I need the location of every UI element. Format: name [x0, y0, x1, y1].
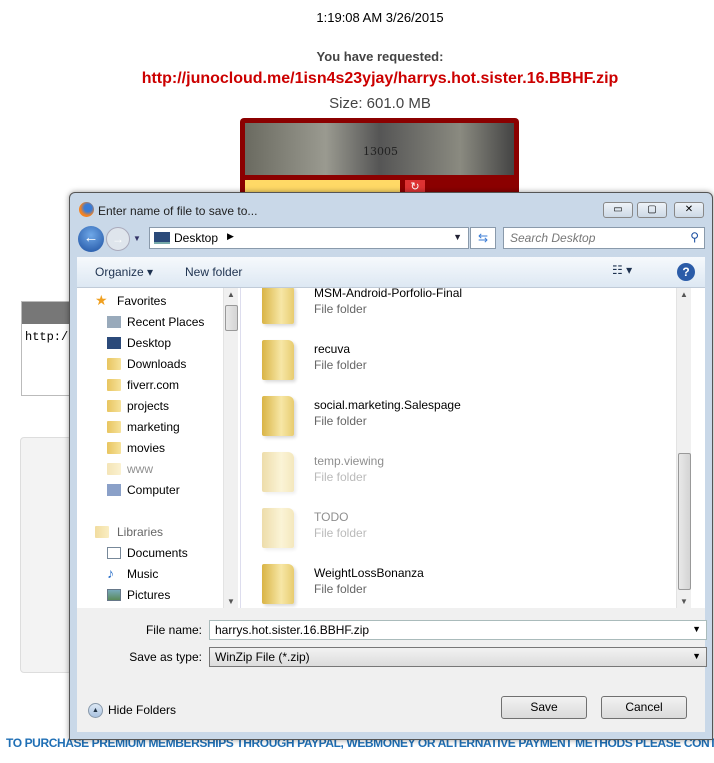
music-icon: ♪ [107, 565, 114, 581]
nav-favorites[interactable]: ★ Favorites [95, 292, 166, 308]
back-button[interactable]: ← [78, 226, 104, 252]
nav-item-recent-places[interactable]: Recent Places [107, 315, 204, 329]
address-text: Desktop [174, 231, 219, 245]
file-item[interactable]: recuva File folder [262, 340, 662, 390]
file-item[interactable]: social.marketing.Salespage File folder [262, 396, 662, 446]
url-box-text[interactable]: http:/ [22, 324, 70, 350]
help-icon[interactable]: ? [677, 263, 695, 281]
address-bar[interactable]: Desktop ▶ ▼ [149, 227, 469, 249]
save-type-value: WinZip File (*.zip) [215, 650, 310, 664]
requested-label: You have requested: [316, 49, 444, 64]
new-folder-button[interactable]: New folder [185, 265, 242, 279]
captcha-widget: 13005 ↻ [240, 118, 519, 200]
nav-item-downloads[interactable]: Downloads [107, 357, 186, 371]
folder-icon [107, 421, 121, 433]
nav-item-computer[interactable]: Computer [107, 483, 180, 497]
nav-item-projects[interactable]: projects [107, 399, 169, 413]
content-panel [20, 437, 72, 673]
star-icon: ★ [95, 292, 108, 308]
file-item[interactable]: WeightLossBonanza File folder [262, 564, 662, 608]
firefox-icon [79, 202, 94, 217]
toolbar: Organize ▾ New folder ☷ ▾ ? [77, 257, 705, 288]
nav-item-documents[interactable]: Documents [107, 546, 188, 560]
nav-item-www[interactable]: www [107, 462, 153, 476]
save-dialog: Enter name of file to save to... ▭ ▢ ✕ ←… [69, 192, 713, 740]
documents-icon [107, 547, 121, 559]
dialog-title: Enter name of file to save to... [98, 204, 258, 218]
nav-scrollbar[interactable]: ▲ ▼ [223, 288, 238, 608]
folder-icon [262, 340, 294, 380]
cancel-button[interactable]: Cancel [601, 696, 687, 719]
save-button[interactable]: Save [501, 696, 587, 719]
libraries-icon [95, 526, 109, 538]
nav-libraries[interactable]: Libraries [95, 525, 163, 539]
minimize-button[interactable]: ▭ [603, 202, 633, 218]
folder-icon [262, 564, 294, 604]
file-name-value: harrys.hot.sister.16.BBHF.zip [215, 623, 370, 637]
file-item[interactable]: temp.viewing File folder [262, 452, 662, 502]
downloads-icon [107, 358, 121, 370]
file-list: MSM-Android-Porfolio-Final File folder re… [242, 288, 691, 608]
history-dropdown-icon[interactable]: ▼ [133, 234, 141, 243]
file-name-label: File name: [145, 623, 202, 637]
folder-icon [107, 379, 121, 391]
folder-icon [107, 463, 121, 475]
breadcrumb-arrow-icon[interactable]: ▶ [227, 231, 234, 242]
close-button[interactable]: ✕ [674, 202, 704, 218]
folder-icon [262, 508, 294, 548]
search-placeholder: Search Desktop [510, 231, 596, 245]
file-item[interactable]: MSM-Android-Porfolio-Final File folder [262, 288, 662, 334]
nav-item-marketing[interactable]: marketing [107, 420, 180, 434]
file-list-scrollbar[interactable]: ▲ ▼ [676, 288, 691, 608]
captcha-text: 13005 [363, 145, 398, 158]
navigation-pane: ★ Favorites Recent Places Desktop Downloa… [77, 288, 241, 608]
chevron-up-icon: ▲ [88, 703, 103, 718]
nav-item-movies[interactable]: movies [107, 441, 165, 455]
organize-button[interactable]: Organize ▾ [95, 265, 153, 279]
file-name-input[interactable]: harrys.hot.sister.16.BBHF.zip ▼ [209, 620, 707, 640]
search-input[interactable]: Search Desktop ⚲ [503, 227, 705, 249]
refresh-button[interactable]: ⇆ [470, 227, 496, 249]
nav-item-music[interactable]: ♪ Music [107, 565, 158, 581]
save-type-label: Save as type: [129, 650, 202, 664]
folder-icon [262, 288, 294, 324]
view-options-icon[interactable]: ☷ ▾ [612, 263, 632, 277]
nav-item-fiverr[interactable]: fiverr.com [107, 378, 179, 392]
forward-button[interactable]: → [106, 227, 130, 251]
captcha-image: 13005 [245, 123, 514, 175]
pictures-icon [107, 589, 121, 601]
recent-places-icon [107, 316, 121, 328]
url-box: http:/ [21, 301, 71, 396]
folder-icon [262, 452, 294, 492]
folder-icon [107, 400, 121, 412]
file-link[interactable]: http://junocloud.me/1isn4s23yjay/harrys.… [0, 70, 714, 88]
nav-item-desktop[interactable]: Desktop [107, 336, 171, 350]
folder-icon [262, 396, 294, 436]
file-item[interactable]: TODO File folder [262, 508, 662, 558]
chevron-down-icon[interactable]: ▼ [692, 624, 701, 634]
desktop-icon [107, 337, 121, 349]
chevron-down-icon[interactable]: ▼ [692, 651, 701, 661]
maximize-button[interactable]: ▢ [637, 202, 667, 218]
computer-icon [107, 484, 121, 496]
search-icon[interactable]: ⚲ [690, 230, 699, 244]
folder-icon [107, 442, 121, 454]
chevron-down-icon[interactable]: ▼ [453, 232, 462, 242]
desktop-icon [154, 232, 170, 244]
hide-folders-button[interactable]: ▲ Hide Folders [88, 703, 176, 718]
nav-item-pictures[interactable]: Pictures [107, 588, 170, 602]
save-type-select[interactable]: WinZip File (*.zip) ▼ [209, 647, 707, 667]
file-size: Size: 601.0 MB [329, 95, 431, 112]
timestamp: 1:19:08 AM 3/26/2015 [316, 10, 444, 25]
